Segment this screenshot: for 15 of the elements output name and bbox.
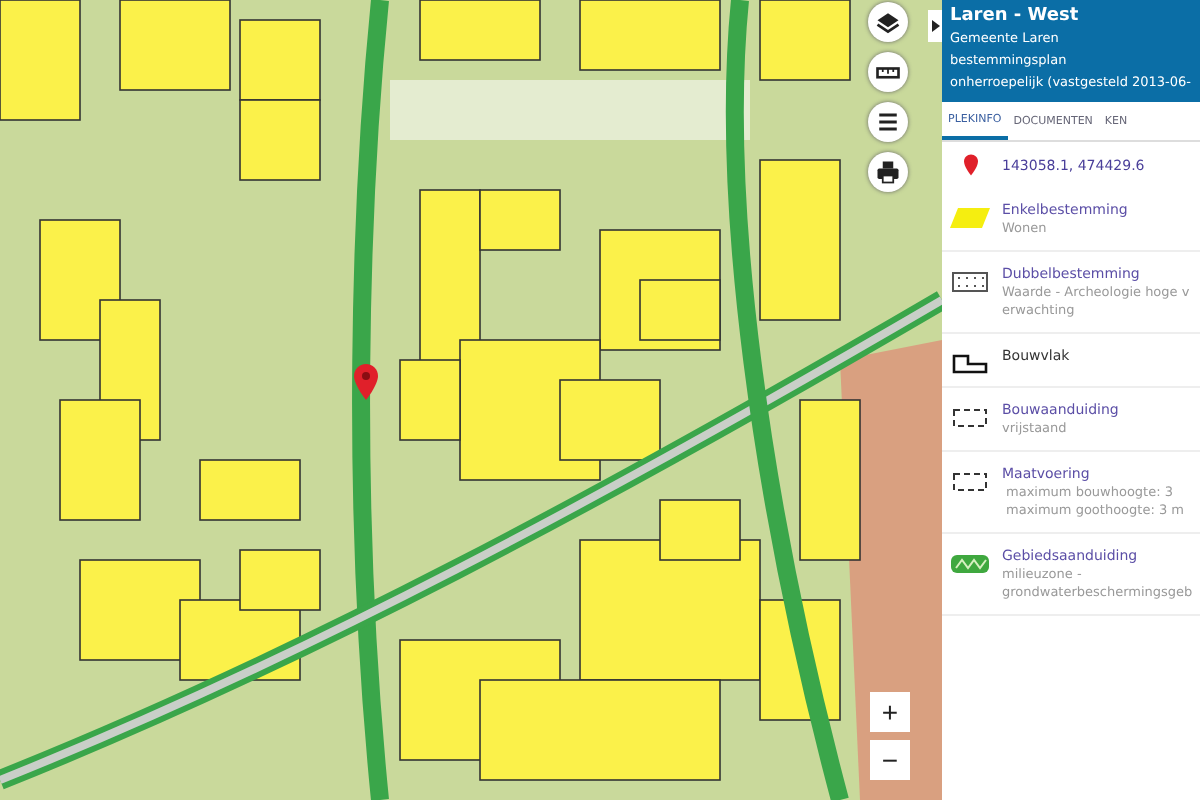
outline-shape-icon xyxy=(952,354,988,374)
dashed-box-icon xyxy=(952,472,988,492)
filled-swatch-icon xyxy=(950,208,990,228)
dotted-swatch-icon xyxy=(952,272,988,292)
collapse-panel-button[interactable] xyxy=(928,10,942,42)
layers-icon xyxy=(874,8,902,36)
list-icon xyxy=(874,108,902,136)
map-pin-icon xyxy=(354,364,378,400)
plan-title: Laren - West xyxy=(950,4,1081,28)
pattern-swatch-icon xyxy=(950,554,990,574)
zoom-out-button[interactable]: − xyxy=(870,740,910,780)
dashed-box-icon xyxy=(952,408,988,428)
zoom-in-button[interactable]: + xyxy=(870,692,910,732)
map-pin-icon xyxy=(963,154,977,176)
print-icon xyxy=(874,158,902,186)
